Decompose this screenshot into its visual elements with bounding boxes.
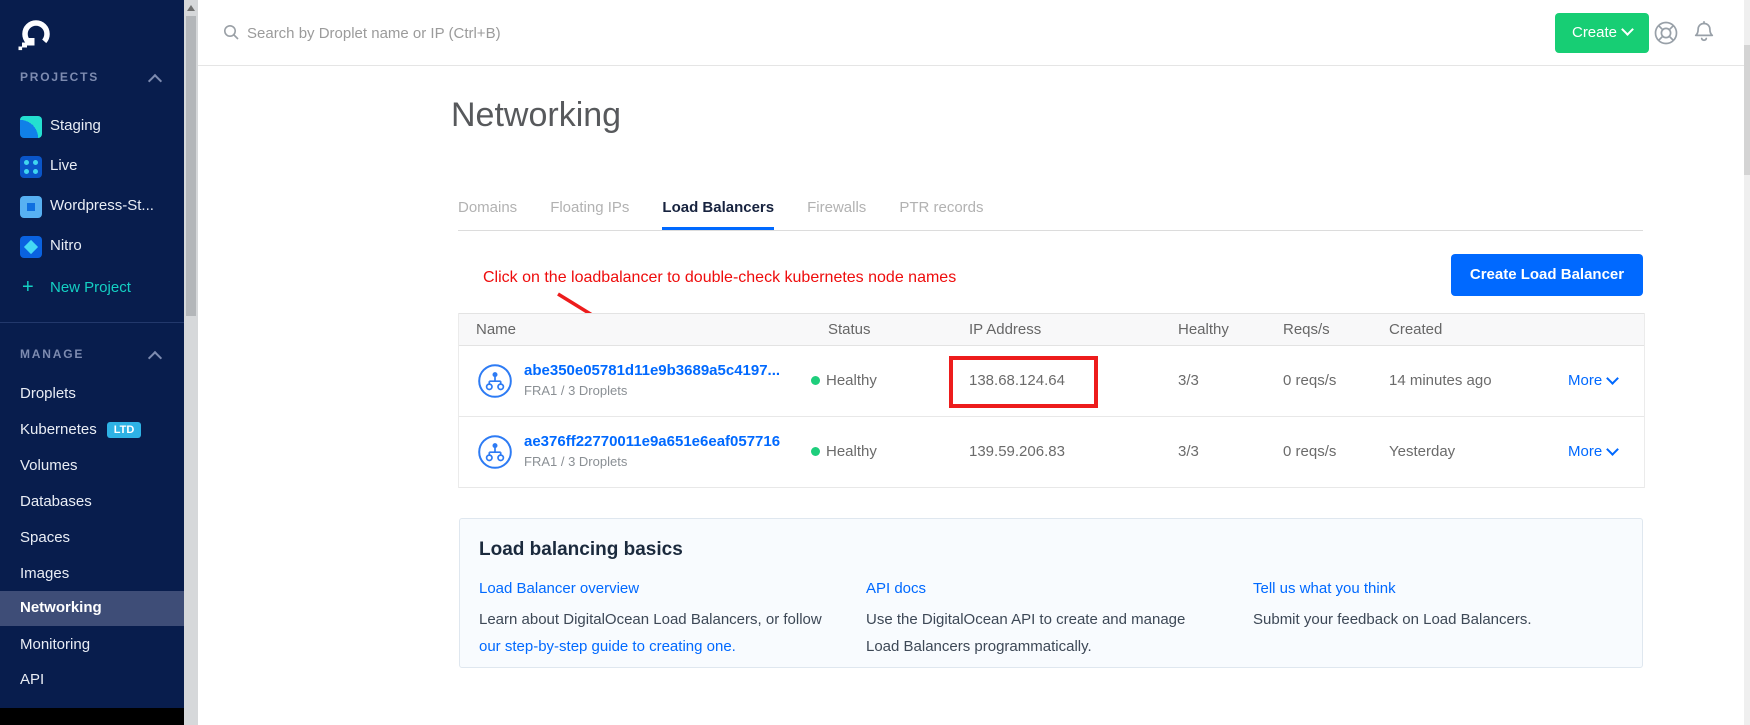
project-nitro-icon [20, 236, 42, 258]
load-balancer-icon [478, 435, 512, 474]
basics-column-api: API docs Use the DigitalOcean API to cre… [866, 579, 1196, 660]
load-balancer-name-link[interactable]: ae376ff22770011e9a651e6eaf057716 [524, 433, 780, 450]
load-balancing-basics-panel: Load balancing basics Load Balancer over… [459, 518, 1643, 668]
load-balancer-icon [478, 364, 512, 403]
ltd-badge: LTD [107, 422, 142, 438]
reqs-value: 0 reqs/s [1283, 443, 1336, 460]
project-label: Wordpress-St... [50, 197, 154, 214]
load-balancer-subtext: FRA1 / 3 Droplets [524, 454, 627, 469]
project-live-icon [20, 156, 42, 178]
column-header-healthy: Healthy [1178, 321, 1229, 338]
column-header-name: Name [476, 321, 516, 338]
created-value: Yesterday [1389, 443, 1455, 460]
column-header-reqs: Reqs/s [1283, 321, 1330, 338]
scrollbar-up-arrow-icon[interactable] [187, 5, 195, 11]
sidebar-project-nitro[interactable]: Nitro [0, 234, 184, 260]
projects-section-header: PROJECTS [20, 70, 99, 84]
api-docs-link[interactable]: API docs [866, 579, 1196, 599]
sidebar-project-staging[interactable]: Staging [0, 114, 184, 140]
page-scrollbar[interactable] [1744, 0, 1750, 725]
load-balancer-name-link[interactable]: abe350e05781d11e9b3689a5c4197... [524, 362, 780, 379]
healthy-value: 3/3 [1178, 443, 1199, 460]
digitalocean-logo-icon[interactable] [18, 18, 54, 54]
app-window: PROJECTS Staging Live Wordpress-St... [0, 0, 1750, 725]
project-label: Live [50, 157, 78, 174]
notifications-bell-icon[interactable] [1690, 18, 1718, 51]
chevron-down-icon [1606, 443, 1619, 456]
project-label: Nitro [50, 237, 82, 254]
create-button[interactable]: Create [1555, 13, 1649, 53]
project-staging-icon [20, 116, 42, 138]
create-load-balancer-button[interactable]: Create Load Balancer [1451, 254, 1643, 296]
column-header-created: Created [1389, 321, 1442, 338]
project-label: Staging [50, 117, 101, 134]
more-button[interactable]: More [1568, 372, 1617, 389]
healthy-value: 3/3 [1178, 372, 1199, 389]
search-input[interactable] [245, 16, 749, 50]
sidebar-project-wordpress[interactable]: Wordpress-St... [0, 194, 184, 220]
sidebar-item-api[interactable]: API [0, 668, 184, 694]
new-project-button[interactable]: + New Project [0, 276, 184, 302]
sidebar-item-droplets[interactable]: Droplets [0, 382, 184, 408]
basics-title: Load balancing basics [479, 539, 683, 561]
tab-ptr-records[interactable]: PTR records [899, 199, 983, 230]
chevron-down-icon [1606, 372, 1619, 385]
feedback-link[interactable]: Tell us what you think [1253, 579, 1603, 599]
topbar: Create [198, 0, 1744, 66]
tab-floating-ips[interactable]: Floating IPs [550, 199, 629, 230]
manage-collapse-chevron-icon[interactable] [148, 351, 162, 365]
basics-overview-text: Learn about DigitalOcean Load Balancers,… [479, 611, 822, 628]
chevron-down-icon [1621, 23, 1634, 36]
basics-column-overview: Load Balancer overview Learn about Digit… [479, 579, 829, 660]
page-scrollbar-thumb[interactable] [1744, 45, 1750, 175]
tab-domains[interactable]: Domains [458, 199, 517, 230]
sidebar-project-live[interactable]: Live [0, 154, 184, 180]
sidebar-bottom-black-strip [0, 708, 184, 725]
sidebar-divider [0, 322, 184, 323]
content-scrollbar[interactable] [184, 0, 198, 725]
tab-bar: Domains Floating IPs Load Balancers Fire… [458, 199, 1643, 231]
page-title: Networking [451, 96, 621, 135]
health-status-dot [811, 447, 820, 456]
tab-firewalls[interactable]: Firewalls [807, 199, 866, 230]
step-by-step-guide-link[interactable]: our step-by-step guide to creating one. [479, 638, 736, 655]
tab-load-balancers[interactable]: Load Balancers [662, 199, 774, 230]
status-value: Healthy [826, 443, 877, 460]
sidebar-item-images[interactable]: Images [0, 562, 184, 588]
table-row[interactable]: ae376ff22770011e9a651e6eaf057716 FRA1 / … [459, 417, 1644, 488]
sidebar-item-spaces[interactable]: Spaces [0, 526, 184, 552]
more-button[interactable]: More [1568, 443, 1617, 460]
basics-api-text: Use the DigitalOcean API to create and m… [866, 606, 1196, 660]
projects-collapse-chevron-icon[interactable] [148, 74, 162, 88]
manage-section-header: MANAGE [20, 347, 84, 361]
sidebar-item-monitoring[interactable]: Monitoring [0, 633, 184, 659]
load-balancer-subtext: FRA1 / 3 Droplets [524, 383, 627, 398]
annotation-highlight-box [949, 356, 1098, 408]
load-balancer-overview-link[interactable]: Load Balancer overview [479, 579, 829, 599]
help-lifering-icon[interactable] [1652, 19, 1680, 52]
sidebar-item-volumes[interactable]: Volumes [0, 454, 184, 480]
search-icon [223, 24, 240, 46]
ip-address-value: 139.59.206.83 [969, 443, 1065, 460]
sidebar: PROJECTS Staging Live Wordpress-St... [0, 0, 184, 725]
health-status-dot [811, 376, 820, 385]
sidebar-item-kubernetes[interactable]: KubernetesLTD [0, 418, 184, 444]
project-wordpress-icon [20, 196, 42, 218]
basics-feedback-text: Submit your feedback on Load Balancers. [1253, 606, 1603, 633]
reqs-value: 0 reqs/s [1283, 372, 1336, 389]
status-value: Healthy [826, 372, 877, 389]
sidebar-item-networking[interactable]: Networking [0, 591, 184, 626]
plus-icon: + [22, 276, 34, 299]
basics-column-feedback: Tell us what you think Submit your feedb… [1253, 579, 1603, 633]
column-header-ip: IP Address [969, 321, 1041, 338]
sidebar-item-databases[interactable]: Databases [0, 490, 184, 516]
scrollbar-thumb[interactable] [186, 16, 196, 316]
column-header-status: Status [828, 321, 871, 338]
created-value: 14 minutes ago [1389, 372, 1492, 389]
table-header-row: Name Status IP Address Healthy Reqs/s Cr… [459, 313, 1644, 346]
